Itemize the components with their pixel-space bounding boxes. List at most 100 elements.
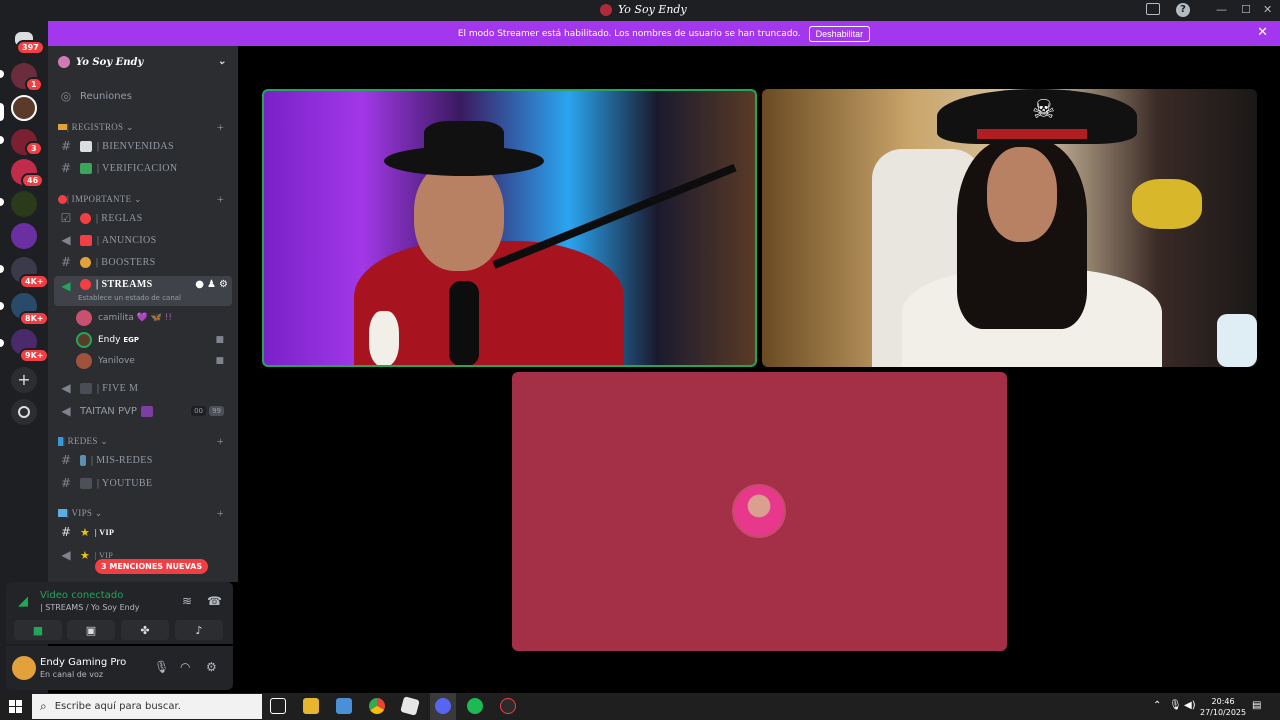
voice-connection-panel: ◢ Video conectado | STREAMS / Yo Soy End…	[6, 582, 233, 644]
category-vips[interactable]: | VIPS ⌄ +	[58, 506, 228, 520]
channel-anuncios[interactable]: ◀ | ANUNCIOS	[54, 230, 232, 250]
channel-youtube[interactable]: # | YOUTUBE	[54, 473, 232, 493]
add-channel-icon[interactable]: +	[217, 192, 224, 207]
chrome-icon[interactable]	[369, 698, 385, 714]
store-icon[interactable]	[336, 698, 352, 714]
home-badge: 397	[16, 40, 45, 55]
channel-vip[interactable]: # ★ | VIP	[54, 522, 232, 542]
server-icon-active[interactable]	[11, 95, 37, 121]
voice-status[interactable]: Video conectado	[40, 590, 123, 601]
add-member-icon[interactable]: ♟	[207, 279, 216, 290]
voice-user-yanilove[interactable]: Yanilove ■	[76, 351, 228, 371]
chat-bubble-icon[interactable]: ●	[195, 279, 204, 290]
meetings-item[interactable]: ◎ Reuniones	[54, 86, 232, 106]
microphone	[449, 281, 479, 365]
windows-start-icon[interactable]	[9, 700, 22, 713]
soundboard-button[interactable]: ♪	[175, 620, 223, 640]
activities-button[interactable]: ✤	[121, 620, 169, 640]
channel-sidebar: Yo Soy Endy ⌄ ◎ Reuniones | REGISTROS ⌄ …	[48, 46, 238, 582]
category-registros[interactable]: | REGISTROS ⌄ +	[58, 120, 228, 134]
gamepad-emoji-icon	[80, 382, 92, 394]
mailbox-emoji-icon	[80, 140, 92, 152]
screen-share-button[interactable]: ▣	[67, 620, 115, 640]
close-banner-icon[interactable]: ✕	[1257, 25, 1268, 40]
window-titlebar: Yo Soy Endy ? — ☐ ✕	[0, 0, 1280, 21]
unread-pill	[0, 198, 4, 206]
selected-pill	[0, 103, 4, 121]
disconnect-icon[interactable]: ☎	[207, 594, 222, 608]
server-avatar-icon	[58, 56, 70, 68]
system-clock[interactable]: 20:46 27/10/2025	[1200, 696, 1246, 718]
inbox-icon[interactable]	[1146, 3, 1160, 15]
category-label: | REGISTROS	[67, 122, 124, 132]
voice-speaker-icon: ◀	[61, 404, 71, 418]
category-importante[interactable]: | IMPORTANTE ⌄ +	[58, 192, 228, 206]
video-tile-camera-off[interactable]	[512, 372, 1007, 651]
channel-status-hint[interactable]: Establece un estado de canal	[78, 294, 181, 302]
chevron-up-icon[interactable]: ⌃	[1153, 700, 1161, 711]
channel-bienvenidas[interactable]: # | BIENVENIDAS	[54, 136, 232, 156]
volume-icon[interactable]: ◀)	[1184, 700, 1196, 711]
channel-label: | VERIFICACION	[97, 162, 178, 174]
video-tile[interactable]: ☠	[762, 89, 1257, 367]
close-window-icon[interactable]: ✕	[1263, 3, 1272, 16]
app-icon[interactable]	[500, 698, 516, 714]
user-name[interactable]: Endy Gaming Pro	[40, 657, 126, 668]
voice-channel-path[interactable]: | STREAMS / Yo Soy Endy	[40, 603, 140, 612]
microphone-icon[interactable]: 🎙	[154, 660, 169, 674]
category-emoji-icon	[58, 124, 67, 130]
new-mentions-pill[interactable]: 3 MENCIONES NUEVAS	[95, 559, 209, 574]
channel-label: | MIS-REDES	[91, 454, 153, 466]
video-tile-speaking[interactable]	[262, 89, 757, 367]
server-icon[interactable]	[11, 191, 37, 217]
no-entry-emoji-icon	[58, 194, 67, 204]
microphone-tray-icon[interactable]: 🎙	[1169, 700, 1182, 711]
add-channel-icon[interactable]: +	[217, 506, 224, 521]
face	[987, 147, 1057, 242]
channel-reglas[interactable]: ☑ | REGLAS	[54, 208, 232, 228]
headphones-icon[interactable]: ◠	[180, 660, 190, 674]
voice-user-endy[interactable]: Endy EGP ■	[76, 330, 228, 350]
roblox-icon[interactable]	[400, 696, 420, 716]
server-header[interactable]: Yo Soy Endy ⌄	[48, 46, 238, 78]
voice-user-camilita[interactable]: camilita 💜 🦋 !!	[76, 308, 228, 328]
category-redes[interactable]: | REDES ⌄ +	[58, 434, 228, 448]
skull-icon: ☠	[1032, 95, 1056, 125]
notifications-icon[interactable]: ▤	[1252, 700, 1261, 711]
avatar[interactable]	[12, 656, 36, 680]
windows-taskbar: ⌕ Escribe aquí para buscar. ⌃ 🎙 ◀) 20:46…	[0, 693, 1280, 720]
unread-pill	[0, 70, 4, 78]
camera-button[interactable]: ■	[14, 620, 62, 640]
spotify-icon[interactable]	[467, 698, 483, 714]
channel-mis-redes[interactable]: # | MIS-REDES	[54, 450, 232, 470]
add-server-icon[interactable]: +	[11, 367, 37, 393]
discover-icon[interactable]	[11, 399, 37, 425]
channel-label: | BOOSTERS	[96, 256, 156, 268]
file-explorer-icon[interactable]	[303, 698, 319, 714]
channel-boosters[interactable]: # | BOOSTERS	[54, 252, 232, 272]
channel-taitan-pvp[interactable]: ◀ TAITAN PVP 00 99	[54, 401, 232, 421]
settings-gear-icon[interactable]: ⚙	[219, 279, 228, 290]
noise-suppression-icon[interactable]: ≋	[182, 594, 192, 608]
channel-five-m[interactable]: ◀ | FIVE M	[54, 378, 232, 398]
server-icon[interactable]	[11, 223, 37, 249]
add-channel-icon[interactable]: +	[217, 434, 224, 449]
task-view-icon[interactable]	[270, 698, 286, 714]
discord-icon[interactable]	[435, 698, 451, 714]
taskbar-search-input[interactable]: ⌕ Escribe aquí para buscar.	[32, 694, 262, 719]
user-settings-icon[interactable]: ⚙	[206, 660, 217, 674]
disable-streamer-button[interactable]: Deshabilitar	[808, 25, 871, 42]
chevron-down-icon[interactable]: ⌄	[218, 56, 226, 67]
minimize-icon[interactable]: —	[1216, 3, 1227, 16]
channel-label: | BIENVENIDAS	[97, 140, 174, 152]
maximize-icon[interactable]: ☐	[1241, 3, 1251, 16]
hashtag-icon: #	[60, 525, 72, 539]
avatar	[76, 332, 92, 348]
help-icon[interactable]: ?	[1176, 3, 1190, 17]
channel-verificacion[interactable]: # | VERIFICACION	[54, 158, 232, 178]
signal-icon[interactable]: ◢	[18, 594, 28, 609]
hashtag-icon: #	[60, 453, 72, 467]
channel-streams[interactable]: ◀ | STREAMS Establece un estado de canal…	[54, 276, 232, 306]
star-emoji-icon: ★	[80, 548, 90, 562]
add-channel-icon[interactable]: +	[217, 120, 224, 135]
